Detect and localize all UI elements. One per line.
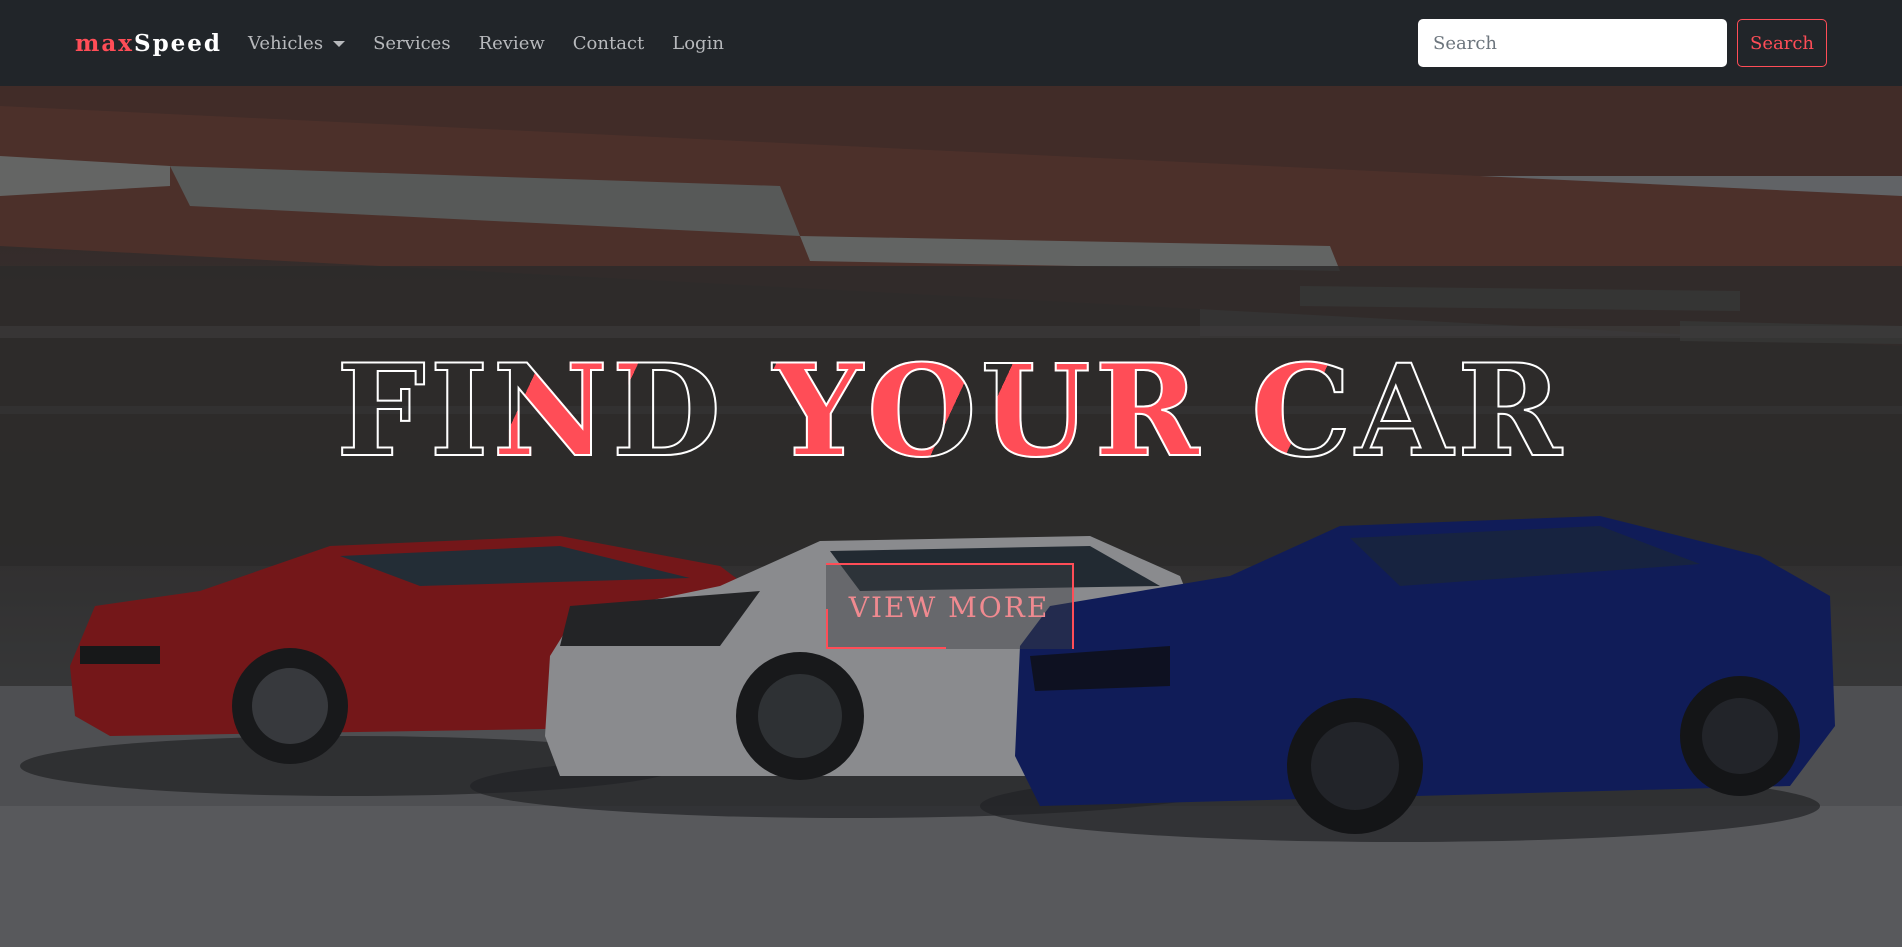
nav-item-label: Login — [672, 32, 724, 54]
nav-item-review[interactable]: Review — [479, 33, 545, 54]
nav-item-vehicles[interactable]: Vehicles — [248, 32, 346, 54]
nav-item-label: Review — [478, 32, 545, 54]
view-more-button[interactable]: VIEW MORE — [826, 563, 1074, 649]
nav-item-contact[interactable]: Contact — [573, 33, 644, 54]
nav-item-label: Contact — [572, 32, 645, 54]
nav-menu: Vehicles Services Review Contact Login — [248, 33, 752, 54]
nav-item-services[interactable]: Services — [373, 33, 450, 54]
hero-headline: FIND YOUR CAR — [0, 336, 1902, 487]
hero-section: FIND YOUR CAR VIEW MORE — [0, 86, 1902, 947]
nav-item-label: Vehicles — [248, 32, 324, 54]
nav-item-label: Services — [373, 32, 451, 54]
search-input[interactable] — [1418, 19, 1727, 67]
brand-part-max: max — [75, 29, 134, 57]
search-button[interactable]: Search — [1737, 19, 1827, 67]
brand-part-speed: Speed — [133, 29, 222, 57]
navbar: maxSpeed Vehicles Services Review Contac… — [0, 0, 1902, 86]
chevron-down-icon — [333, 41, 346, 47]
brand-logo[interactable]: maxSpeed — [75, 30, 222, 57]
nav-item-login[interactable]: Login — [672, 33, 724, 54]
search-form: Search — [1418, 19, 1827, 67]
hero-dark-overlay — [0, 86, 1902, 947]
